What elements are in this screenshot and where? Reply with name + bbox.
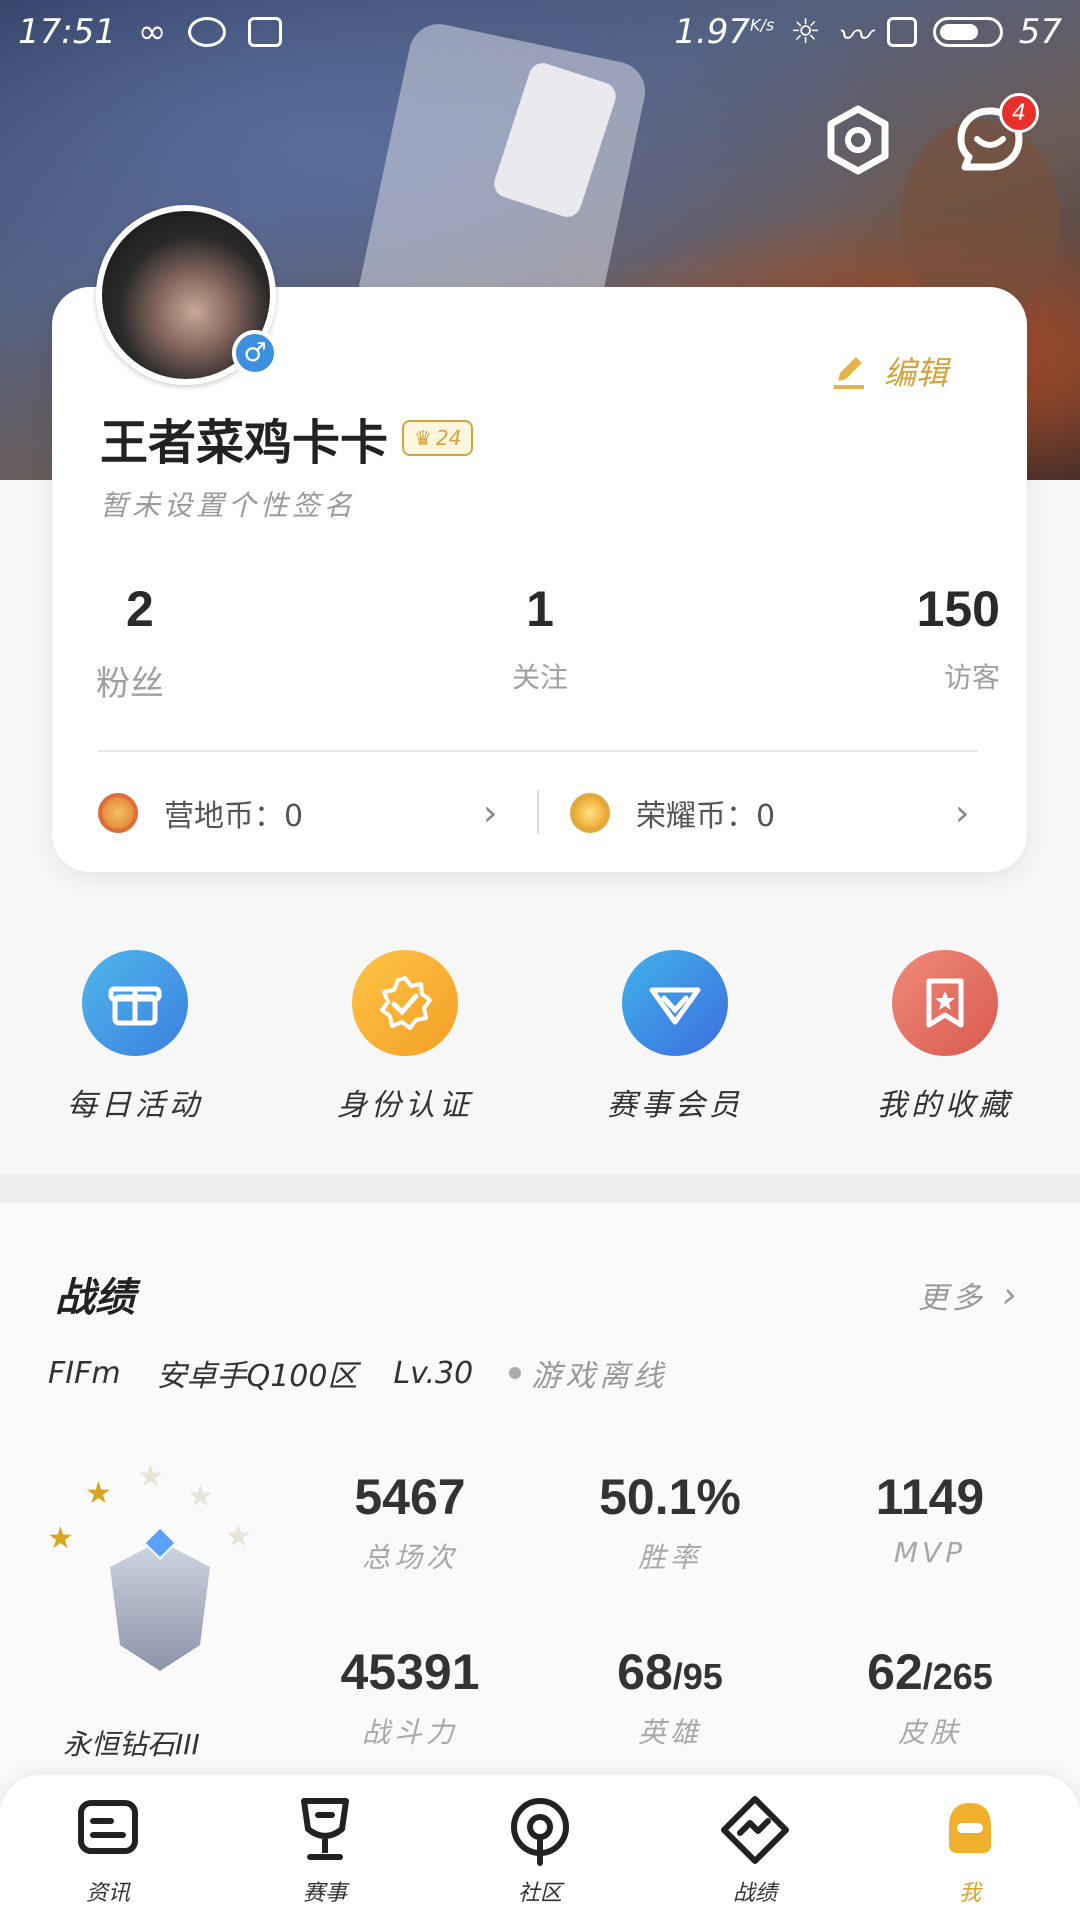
- daily-activity-label: 每日活动: [67, 1088, 203, 1123]
- chevron-right-icon: ›: [955, 792, 970, 834]
- image-icon: [248, 17, 283, 47]
- messages-button[interactable]: 4: [950, 93, 1039, 180]
- news-icon: [71, 1793, 145, 1867]
- star-icon: ★: [47, 1521, 74, 1556]
- stat-power: 45391 战斗力: [340, 1644, 480, 1749]
- profile-icon: [933, 1793, 1007, 1867]
- honor-coin-icon: [570, 793, 610, 833]
- network-speed: 1.97K/s: [674, 12, 775, 52]
- fans-stat[interactable]: 2 粉丝: [96, 580, 216, 705]
- stat-win-rate: 50.1% 胜率: [599, 1469, 741, 1574]
- records-title: 战绩: [55, 1275, 135, 1321]
- infinity-icon: ∞: [137, 12, 167, 52]
- stat-total-matches: 5467 总场次: [354, 1469, 466, 1574]
- screen-icon: [886, 17, 917, 47]
- stat-heroes[interactable]: 68/95 英雄: [560, 1643, 780, 1751]
- vip-level-badge: ♛ 24: [402, 420, 474, 456]
- nav-news[interactable]: 资讯: [28, 1793, 188, 1907]
- star-icon: ★: [187, 1479, 214, 1514]
- trophy-icon: [288, 1793, 362, 1867]
- online-status: 游戏离线: [509, 1351, 667, 1395]
- status-bar: 17:51 ∞ 1.97K/s ☼ 〰 57: [0, 0, 1080, 64]
- bookmark-star-icon: [892, 950, 998, 1056]
- server-name: 安卓手Q100区: [156, 1359, 358, 1394]
- battery-icon: [932, 17, 1003, 47]
- verified-badge-icon: [352, 950, 458, 1056]
- nav-community[interactable]: 社区: [460, 1793, 620, 1907]
- stat-skins[interactable]: 62/265 皮肤: [820, 1643, 1040, 1751]
- event-membership-label: 赛事会员: [607, 1088, 743, 1123]
- diamond-rank-icon: [90, 1521, 230, 1691]
- coin-divider: [537, 790, 539, 834]
- section-separator: [0, 1175, 1080, 1203]
- fans-count: 2: [126, 581, 154, 637]
- event-membership-button[interactable]: 赛事会员: [565, 950, 785, 1124]
- identity-verification-label: 身份认证: [337, 1088, 473, 1123]
- follow-label: 关注: [511, 661, 568, 694]
- message-count-badge: 4: [999, 93, 1039, 133]
- player-info: FIFm 安卓手Q100区 Lv.30 游戏离线: [48, 1351, 667, 1395]
- records-more-link[interactable]: 更多 ›: [918, 1273, 1020, 1317]
- nav-records[interactable]: 战绩: [675, 1793, 835, 1907]
- message-icon: 4: [955, 93, 1039, 175]
- star-icon: ★: [85, 1476, 112, 1511]
- honor-coin-label: 荣耀币：0: [636, 799, 776, 834]
- visitors-stat[interactable]: 150 访客: [880, 580, 1000, 696]
- sun-icon: ☼: [790, 12, 821, 52]
- bottom-nav: 资讯 赛事 社区 战绩 我: [0, 1775, 1080, 1920]
- pencil-icon: [834, 357, 864, 389]
- gender-male-icon: ♂: [232, 330, 278, 376]
- player-level: Lv.30: [393, 1355, 474, 1391]
- mustache-icon: 〰: [836, 15, 871, 56]
- diamond-icon: [622, 950, 728, 1056]
- identity-verification-button[interactable]: 身份认证: [295, 950, 515, 1124]
- star-icon: ★: [137, 1459, 164, 1494]
- profile-username-row: 王者菜鸡卡卡 ♛ 24: [100, 403, 474, 473]
- stats-chart-icon: [718, 1793, 792, 1867]
- status-dot-icon: [509, 1367, 522, 1379]
- quick-actions: 每日活动 身份认证 赛事会员 我的收藏: [0, 950, 1080, 1130]
- daily-activity-button[interactable]: 每日活动: [25, 950, 245, 1124]
- rank-name: 永恒钻石III: [63, 1728, 200, 1761]
- gift-icon: [82, 950, 188, 1056]
- signature[interactable]: 暂未设置个性签名: [100, 484, 356, 524]
- visitors-label: 访客: [943, 661, 1000, 694]
- player-name: FIFm: [48, 1355, 121, 1391]
- rank-emblem[interactable]: ★ ★ ★ ★ ★ 永恒钻石III: [45, 1459, 265, 1761]
- edit-label: 编辑: [884, 354, 949, 392]
- my-favorites-label: 我的收藏: [877, 1088, 1013, 1123]
- status-time: 17:51: [18, 12, 116, 52]
- crown-icon: ♛: [414, 426, 432, 450]
- nav-profile[interactable]: 我: [890, 1793, 1050, 1907]
- my-favorites-button[interactable]: 我的收藏: [835, 950, 1055, 1124]
- camp-coin-icon: [98, 793, 138, 833]
- chevron-right-icon: ›: [1002, 1274, 1021, 1316]
- records-section: 战绩 更多 › FIFm 安卓手Q100区 Lv.30 游戏离线 ★ ★ ★ ★…: [0, 1203, 1080, 1783]
- settings-button[interactable]: [818, 100, 898, 180]
- gear-icon: [823, 105, 893, 175]
- fans-label: 粉丝: [96, 664, 164, 704]
- nav-events[interactable]: 赛事: [245, 1793, 405, 1907]
- camp-coin-label: 营地币：0: [164, 799, 304, 834]
- follow-stat[interactable]: 1 关注: [470, 580, 610, 696]
- username: 王者菜鸡卡卡: [100, 415, 389, 471]
- card-divider: [98, 750, 978, 752]
- follow-count: 1: [526, 581, 554, 637]
- stat-mvp: 1149 MVP: [875, 1469, 985, 1569]
- edit-profile-button[interactable]: 编辑: [830, 348, 948, 394]
- visitors-count: 150: [916, 581, 1000, 637]
- chat-bubble-icon: [188, 17, 227, 47]
- battery-level: 57: [1018, 12, 1062, 52]
- chevron-right-icon: ›: [483, 792, 498, 834]
- community-icon: [503, 1793, 577, 1867]
- camp-coin-row[interactable]: 营地币：0 ›: [98, 788, 508, 838]
- honor-coin-row[interactable]: 荣耀币：0 ›: [570, 788, 980, 838]
